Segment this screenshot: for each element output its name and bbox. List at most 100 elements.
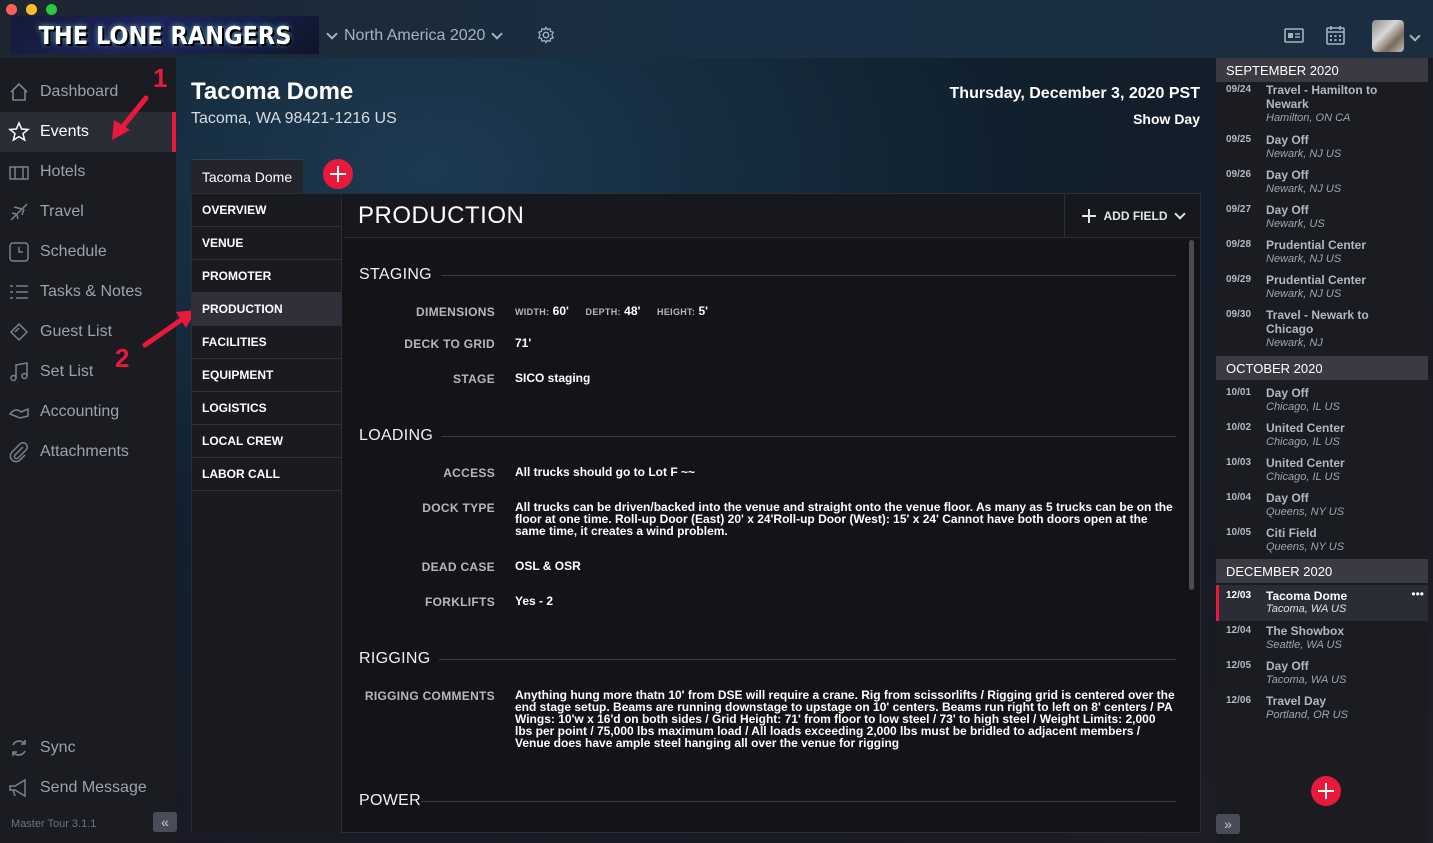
schedule-date: 09/29: [1226, 274, 1252, 285]
close-window-button[interactable]: [6, 4, 17, 15]
logo-text: THE LONE RANGERS: [38, 20, 292, 50]
id-card-icon[interactable]: [1284, 28, 1304, 43]
schedule-item[interactable]: 10/02 United Center Chicago, IL US: [1216, 421, 1428, 452]
schedule-date: 09/27: [1226, 204, 1252, 215]
section-nav: OVERVIEW VENUE PROMOTER PRODUCTION FACIL…: [192, 194, 342, 834]
power-heading: POWER: [359, 792, 421, 809]
schedule-date: 09/28: [1226, 239, 1252, 250]
add-event-button[interactable]: [323, 159, 353, 189]
schedule-item[interactable]: 09/29 Prudential Center Newark, NJ US: [1216, 273, 1428, 304]
app-version: Master Tour 3.1.1: [11, 818, 97, 830]
access-label: ACCESS: [443, 466, 495, 480]
schedule-location: Hamilton, ON CA: [1266, 112, 1351, 124]
divider: [441, 275, 1176, 276]
deck-to-grid-value[interactable]: 71': [515, 337, 1175, 349]
schedule-title: Travel - Hamilton to Newark: [1266, 83, 1378, 111]
staging-heading: STAGING: [359, 266, 432, 283]
scrollbar[interactable]: [1189, 240, 1194, 590]
section-logistics[interactable]: LOGISTICS: [192, 392, 342, 425]
depth-value: 48': [624, 304, 641, 318]
minimize-window-button[interactable]: [26, 4, 37, 15]
calendar-icon[interactable]: [1326, 25, 1345, 45]
schedule-location: Seattle, WA US: [1266, 639, 1342, 651]
dead-case-value[interactable]: OSL & OSR: [515, 560, 1175, 572]
schedule-panel: SEPTEMBER 2020 09/24 Travel - Hamilton t…: [1216, 58, 1428, 843]
add-schedule-item-button[interactable]: [1311, 776, 1341, 806]
schedule-title: Day Off: [1266, 491, 1309, 505]
star-icon: [8, 121, 30, 142]
production-title: PRODUCTION: [358, 202, 525, 229]
rigging-comments-value[interactable]: Anything hung more thatn 10' from DSE wi…: [515, 689, 1175, 749]
month-header: OCTOBER 2020: [1216, 356, 1428, 380]
schedule-item[interactable]: 10/05 Citi Field Queens, NY US: [1216, 526, 1428, 557]
schedule-item[interactable]: 10/04 Day Off Queens, NY US: [1216, 491, 1428, 522]
height-label: HEIGHT:: [657, 307, 696, 317]
schedule-item[interactable]: 12/05 Day Off Tacoma, WA US: [1216, 659, 1428, 690]
dimensions-value[interactable]: WIDTH: 60' DEPTH: 48' HEIGHT: 5': [515, 305, 1175, 318]
schedule-item[interactable]: 12/04 The Showbox Seattle, WA US: [1216, 624, 1428, 655]
tab-tacoma-dome[interactable]: Tacoma Dome: [191, 159, 303, 193]
width-label: WIDTH:: [515, 307, 550, 317]
schedule-location: Newark, US: [1266, 218, 1325, 230]
schedule-title: Prudential Center: [1266, 273, 1367, 287]
stage-label: STAGE: [453, 372, 495, 386]
dock-type-value[interactable]: All trucks can be driven/backed into the…: [515, 501, 1175, 537]
gear-icon[interactable]: [537, 26, 555, 44]
sync-button[interactable]: Sync: [0, 728, 176, 768]
list-icon: [10, 285, 28, 299]
section-local-crew[interactable]: LOCAL CREW: [192, 425, 342, 458]
zoom-window-button[interactable]: [46, 4, 57, 15]
dead-case-label: DEAD CASE: [421, 560, 495, 574]
schedule-item-active[interactable]: 12/03 Tacoma Dome Tacoma, WA US •••: [1216, 585, 1428, 621]
schedule-location: Newark, NJ US: [1266, 183, 1342, 195]
schedule-item[interactable]: 12/06 Travel Day Portland, OR US: [1216, 694, 1428, 725]
collapse-sidebar-button[interactable]: «: [153, 812, 177, 832]
music-icon: [10, 362, 28, 382]
schedule-title: Day Off: [1266, 168, 1309, 182]
schedule-item[interactable]: 09/28 Prudential Center Newark, NJ US: [1216, 238, 1428, 269]
send-message-button[interactable]: Send Message: [0, 768, 176, 808]
section-production[interactable]: PRODUCTION: [192, 293, 342, 326]
schedule-location: Chicago, IL US: [1266, 471, 1340, 483]
schedule-item[interactable]: 09/24 Travel - Hamilton to Newark Hamilt…: [1216, 83, 1428, 128]
schedule-item[interactable]: 10/01 Day Off Chicago, IL US: [1216, 386, 1428, 417]
event-date: Thursday, December 3, 2020 PST: [949, 85, 1200, 102]
sync-label: Sync: [40, 739, 76, 756]
annotation-number-2: 2: [115, 343, 130, 373]
sidebar-item-attachments[interactable]: Attachments: [0, 432, 176, 472]
schedule-title: Day Off: [1266, 203, 1309, 217]
avatar[interactable]: [1372, 20, 1404, 52]
paperclip-icon: [9, 442, 28, 463]
app-logo: THE LONE RANGERS: [11, 16, 319, 54]
sidebar-item-label: Hotels: [40, 163, 86, 180]
schedule-item[interactable]: 10/03 United Center Chicago, IL US: [1216, 456, 1428, 487]
section-facilities[interactable]: FACILITIES: [192, 326, 342, 359]
access-value[interactable]: All trucks should go to Lot F ~~: [515, 466, 1175, 478]
schedule-date: 09/30: [1226, 309, 1252, 320]
more-options-icon[interactable]: •••: [1411, 587, 1424, 601]
section-labor-call[interactable]: LABOR CALL: [192, 458, 342, 491]
chevron-down-icon: [326, 28, 338, 40]
schedule-item[interactable]: 09/26 Day Off Newark, NJ US: [1216, 168, 1428, 199]
money-icon: [8, 407, 29, 419]
stage-value[interactable]: SICO staging: [515, 372, 1175, 384]
chevron-down-icon[interactable]: [1409, 30, 1421, 42]
sidebar-item-accounting[interactable]: Accounting: [0, 392, 176, 432]
schedule-item[interactable]: 09/27 Day Off Newark, US: [1216, 203, 1428, 234]
tour-selector[interactable]: North America 2020: [326, 24, 504, 48]
add-field-button[interactable]: ADD FIELD: [1064, 194, 1200, 238]
section-promoter[interactable]: PROMOTER: [192, 260, 342, 293]
schedule-location: Newark, NJ: [1266, 337, 1323, 349]
schedule-item[interactable]: 09/25 Day Off Newark, NJ US: [1216, 133, 1428, 164]
section-venue[interactable]: VENUE: [192, 227, 342, 260]
depth-label: DEPTH:: [585, 307, 621, 317]
schedule-item[interactable]: 09/30 Travel - Newark to Chicago Newark,…: [1216, 308, 1428, 353]
schedule-title: Day Off: [1266, 659, 1309, 673]
plus-icon: [1081, 209, 1096, 223]
section-overview[interactable]: OVERVIEW: [192, 194, 342, 227]
section-equipment[interactable]: EQUIPMENT: [192, 359, 342, 392]
forklifts-value[interactable]: Yes - 2: [515, 595, 1175, 607]
schedule-location: Newark, NJ US: [1266, 288, 1342, 300]
production-header: PRODUCTION ADD FIELD: [343, 194, 1200, 238]
expand-panel-button[interactable]: »: [1216, 814, 1240, 834]
